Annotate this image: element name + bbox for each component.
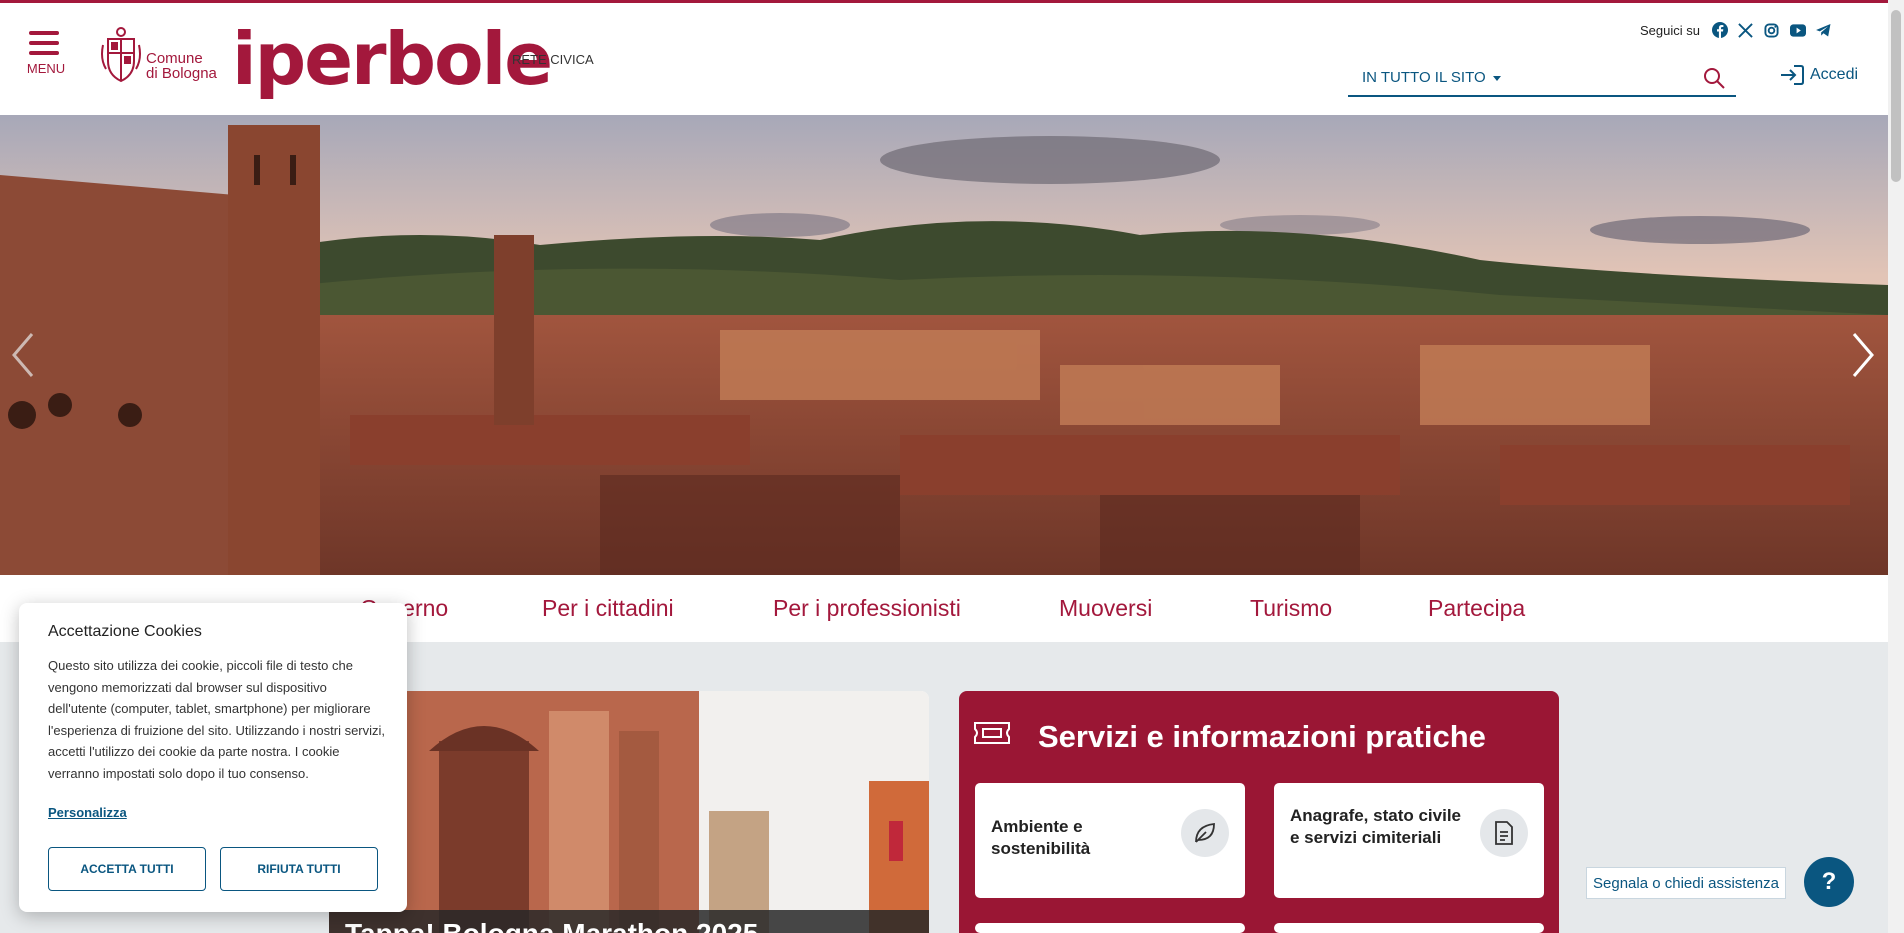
news-image [329,691,929,933]
nav-item-muoversi[interactable]: Muoversi [1059,595,1152,622]
report-assistance-button[interactable]: Segnala o chiedi assistenza [1586,867,1786,899]
help-button[interactable]: ? [1804,857,1854,907]
menu-label: MENU [26,61,66,76]
site-search[interactable]: IN TUTTO IL SITO [1348,61,1736,97]
services-title: Servizi e informazioni pratiche [1038,719,1486,754]
youtube-icon[interactable] [1789,22,1806,38]
leaf-icon [1181,809,1229,857]
menu-button[interactable]: MENU [26,31,66,87]
chevron-down-icon [1492,75,1501,81]
x-icon[interactable] [1738,22,1754,38]
nav-item-cittadini[interactable]: Per i cittadini [542,595,674,622]
carousel-prev-arrow-icon[interactable] [8,330,38,380]
service-tile-anagrafe[interactable]: Anagrafe, stato civile e servizi cimiter… [1274,783,1544,898]
scrollbar-thumb[interactable] [1891,10,1901,182]
news-title: Tappa! Bologna Marathon 2025 [345,918,758,933]
service-tile-partial[interactable] [975,923,1245,933]
hamburger-icon [26,31,66,55]
accept-all-button[interactable]: ACCETTA TUTTI [48,847,206,891]
social-links: Seguici su [1640,20,1832,40]
login-label: Accedi [1810,66,1859,83]
service-tile-ambiente[interactable]: Ambiente e sostenibilità [975,783,1245,898]
services-panel: Servizi e informazioni pratiche Ambiente… [959,691,1559,933]
reject-all-button[interactable]: RIFIUTA TUTTI [220,847,378,891]
cookie-text: Questo sito utilizza dei cookie, piccoli… [48,658,386,781]
brand-wordmark: iperbole [232,17,553,101]
nav-item-partecipa[interactable]: Partecipa [1428,595,1525,622]
cookie-consent-dialog: Accettazione Cookies Questo sito utilizz… [19,603,407,912]
instagram-icon[interactable] [1764,22,1780,38]
customize-cookies-link[interactable]: Personalizza [48,805,127,820]
featured-news-card[interactable] [329,691,929,933]
service-tile-label: Ambiente e sostenibilità [991,817,1091,858]
nav-item-turismo[interactable]: Turismo [1250,595,1332,622]
carousel-next-arrow-icon[interactable] [1848,330,1878,380]
telegram-icon[interactable] [1816,22,1832,38]
nav-item-professionisti[interactable]: Per i professionisti [773,595,961,622]
comune-name: Comune di Bologna [146,50,217,82]
search-scope-dropdown[interactable]: IN TUTTO IL SITO [1362,69,1501,86]
ticket-icon [974,722,1010,744]
hero-carousel [0,115,1888,575]
bologna-crest-icon [101,27,141,83]
facebook-icon[interactable] [1711,22,1728,38]
login-button[interactable]: Accedi [1780,65,1858,85]
cookie-title: Accettazione Cookies [48,623,202,640]
social-label: Seguici su [1640,22,1700,38]
tagline: RETE CIVICA [512,52,594,67]
search-icon[interactable] [1702,66,1726,90]
service-tile-label: Anagrafe, stato civile e servizi cimiter… [1290,806,1462,847]
bologna-panorama-image [0,115,1888,575]
site-header: MENU Comune di Bologna iperbole RETE CIV… [0,3,1888,115]
news-caption[interactable]: Tappa! Bologna Marathon 2025 [329,910,929,933]
document-icon [1480,809,1528,857]
service-tile-partial[interactable] [1274,923,1544,933]
login-icon [1781,65,1804,85]
